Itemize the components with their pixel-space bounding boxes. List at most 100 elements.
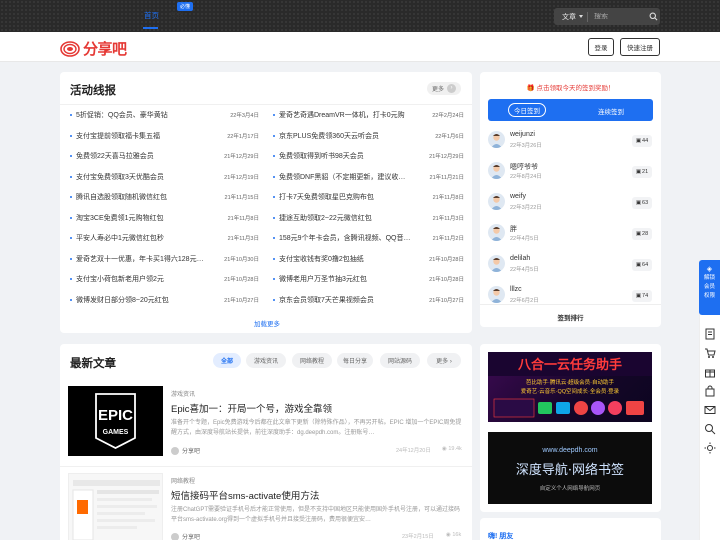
deal-date: 21年11月8日 xyxy=(432,195,464,201)
signin-user-row[interactable]: delilah 22年4月5日 ▣ 64 xyxy=(488,253,652,275)
deal-item[interactable]: 京东PLUS免费领360天云听会员 22年1月6日 xyxy=(273,131,464,141)
login-button[interactable]: 登录 xyxy=(588,38,614,56)
deal-title[interactable]: 爱奇艺双十一优惠，年卡买1得六128元… xyxy=(76,254,204,264)
deal-item[interactable]: 支付宝免费领取3天优酷会员 21年12月19日 xyxy=(70,172,259,182)
nav-help[interactable]: 帮助 xyxy=(170,10,185,21)
deals-more-button[interactable]: 更多 › xyxy=(427,82,462,95)
deal-item[interactable]: 捷途互助领取2~22元微信红包 21年11月3日 xyxy=(273,213,464,223)
article-category[interactable]: 游戏资讯 xyxy=(171,389,195,398)
deal-date: 21年11月3日 xyxy=(432,215,464,222)
signin-count-badge: ▣ 28 xyxy=(632,228,652,240)
deal-title[interactable]: 支付宝提前领取福卡集五福 xyxy=(76,131,160,141)
deal-title[interactable]: 打卡7天免费领取星巴克购布包 xyxy=(279,192,374,202)
deal-item[interactable]: 爱奇艺双十一优惠，年卡买1得六128元… 21年10月30日 xyxy=(70,254,259,264)
deal-title[interactable]: 免费领DNF黑貂（不定期更新，建议收… xyxy=(279,172,405,182)
article-title[interactable]: Epic喜加一：开局一个号，游戏全靠领 xyxy=(171,401,332,415)
deal-item[interactable]: 京东会员领取7天芒果视频会员 21年10月27日 xyxy=(273,295,464,305)
article-thumbnail[interactable]: EPIC GAMES xyxy=(68,386,163,456)
register-button[interactable]: 快速注册 xyxy=(620,38,660,56)
search-icon[interactable] xyxy=(704,423,716,435)
filter-tab[interactable]: 全部 xyxy=(213,353,241,368)
load-more-link[interactable]: 加载更多 xyxy=(254,318,280,328)
deal-title[interactable]: 158元9个年卡会员，含腾讯视频、QQ音… xyxy=(279,233,410,243)
avatar xyxy=(488,286,505,303)
deal-title[interactable]: 爱奇艺奇遇DreamVR一体机，打卡0元购 xyxy=(279,110,405,120)
deal-item[interactable]: 支付宝收钱有奖0撸2包抽纸 21年10月28日 xyxy=(273,254,464,264)
deal-item[interactable]: 平安人寿必中1元微信红包秒 21年11月3日 xyxy=(70,233,259,243)
search-type-select[interactable]: 文章 xyxy=(554,12,579,22)
deal-title[interactable]: 免费领取得到听书98天会员 xyxy=(279,151,364,161)
deal-item[interactable]: 腾讯自选股领取随机微信红包 21年11月15日 xyxy=(70,192,259,202)
article-category[interactable]: 网络教程 xyxy=(171,476,195,485)
article-title[interactable]: 短信接码平台sms-activate使用方法 xyxy=(171,488,319,502)
deal-title[interactable]: 腾讯自选股领取随机微信红包 xyxy=(76,192,167,202)
tab-streak-signin[interactable]: 连续签到 xyxy=(598,106,624,116)
tab-today-signin[interactable]: 今日签到 xyxy=(508,103,546,117)
filter-tab[interactable]: 网站源码 xyxy=(380,353,420,368)
deal-item[interactable]: 支付宝提前领取福卡集五福 22年1月17日 xyxy=(70,131,259,141)
nav-home[interactable]: 首页 xyxy=(144,10,159,21)
deal-title[interactable]: 免费领22天喜马拉雅会员 xyxy=(76,151,154,161)
sun-icon[interactable] xyxy=(704,442,716,454)
bullet-icon xyxy=(273,175,275,178)
deal-title[interactable]: 5折促销：QQ会员、豪华黄钻 xyxy=(76,110,168,120)
deal-title[interactable]: 京东会员领取7天芒果视频会员 xyxy=(279,295,374,305)
signin-date: 22年6月2日 xyxy=(510,298,539,304)
bullet-icon xyxy=(70,134,72,137)
svg-text:www.deepdh.com: www.deepdh.com xyxy=(541,447,597,454)
deal-title[interactable]: 支付宝小荷包新老用户领2元 xyxy=(76,274,164,284)
deal-title[interactable]: 支付宝免费领取3天优酷会员 xyxy=(76,172,164,182)
bag-icon[interactable] xyxy=(704,385,716,397)
deal-title[interactable]: 捷途互助领取2~22元微信红包 xyxy=(279,213,372,223)
deal-title[interactable]: 微博发财日部分领8~20元红包 xyxy=(76,295,169,305)
ad-banner-task-helper[interactable]: 八合一云任务助手 芭比助手·腾讯云·超级会员·自动助手 爱奇艺·云音乐·QQ空间… xyxy=(488,352,652,422)
unlock-member-label: 解锁会员权限 xyxy=(703,275,715,299)
site-logo[interactable]: 分享吧 xyxy=(60,38,127,59)
deal-title[interactable]: 京东PLUS免费领360天云听会员 xyxy=(279,131,379,141)
signin-user-row[interactable]: lllzc 22年6月2日 ▣ 74 xyxy=(488,284,652,306)
filter-tab[interactable]: 游戏资讯 xyxy=(246,353,286,368)
signin-user-row[interactable]: 胖 22年4月5日 ▣ 28 xyxy=(488,222,652,244)
signin-user-row[interactable]: weify 22年3月22日 ▣ 63 xyxy=(488,191,652,213)
signin-count: 21 xyxy=(642,169,649,175)
deal-title[interactable]: 淘宝3CE免费领1元购物红包 xyxy=(76,213,164,223)
signin-date: 22年4月5日 xyxy=(510,236,539,242)
deal-item[interactable]: 爱奇艺奇遇DreamVR一体机，打卡0元购 22年2月24日 xyxy=(273,110,464,120)
deal-item[interactable]: 158元9个年卡会员，含腾讯视频、QQ音… 21年11月2日 xyxy=(273,233,464,243)
deal-title[interactable]: 支付宝收钱有奖0撸2包抽纸 xyxy=(279,254,364,264)
signin-count: 63 xyxy=(642,200,649,206)
deal-title[interactable]: 微博老用户万圣节抽3元红包 xyxy=(279,274,367,284)
gift-icon[interactable] xyxy=(704,366,716,378)
article-thumbnail[interactable] xyxy=(68,473,163,540)
signin-tip[interactable]: 🎁 点击领取今天的签到奖励！ xyxy=(480,82,661,92)
deal-item[interactable]: 支付宝小荷包新老用户领2元 21年10月28日 xyxy=(70,274,259,284)
search-input[interactable] xyxy=(588,13,646,20)
deal-item[interactable]: 5折促销：QQ会员、豪华黄钻 22年3月4日 xyxy=(70,110,259,120)
deal-item[interactable]: 打卡7天免费领取星巴克购布包 21年11月8日 xyxy=(273,192,464,202)
article-author[interactable]: 分享吧 xyxy=(171,532,200,540)
signin-rank-link[interactable]: 签到排行 xyxy=(480,312,661,322)
deal-item[interactable]: 淘宝3CE免费领1元购物红包 21年11月8日 xyxy=(70,213,259,223)
bullet-icon xyxy=(70,257,72,260)
filter-more-button[interactable]: 更多 › xyxy=(427,353,461,368)
deal-item[interactable]: 微博老用户万圣节抽3元红包 21年10月28日 xyxy=(273,274,464,284)
unlock-member-button[interactable]: ◈ 解锁会员权限 xyxy=(699,260,720,315)
doc-icon[interactable] xyxy=(704,328,716,340)
deal-date: 21年11月3日 xyxy=(227,236,259,242)
mail-icon[interactable] xyxy=(704,404,716,416)
deal-item[interactable]: 免费领取得到听书98天会员 21年12月29日 xyxy=(273,151,464,161)
article-author[interactable]: 分享吧 xyxy=(171,446,200,455)
ad-banner-deep-nav[interactable]: www.deepdh.com 深度导航·网络书签 自定义个人网络导航网页 xyxy=(488,432,652,504)
deal-item[interactable]: 免费领22天喜马拉雅会员 21年12月29日 xyxy=(70,151,259,161)
filter-tab[interactable]: 网络教程 xyxy=(292,353,332,368)
signin-user-row[interactable]: weijunzi 22年3月26日 ▣ 44 xyxy=(488,129,652,151)
deal-item[interactable]: 微博发财日部分领8~20元红包 21年10月27日 xyxy=(70,295,259,305)
user-name: weijunzi xyxy=(510,131,535,138)
filter-tab[interactable]: 每日分享 xyxy=(337,353,373,368)
chevron-down-icon xyxy=(579,15,583,18)
search-icon[interactable] xyxy=(646,10,660,24)
deal-title[interactable]: 平安人寿必中1元微信红包秒 xyxy=(76,233,164,243)
deal-item[interactable]: 免费领DNF黑貂（不定期更新，建议收… 21年11月21日 xyxy=(273,172,464,182)
signin-user-row[interactable]: 嗯哼爷爷 22年8月24日 ▣ 21 xyxy=(488,160,652,182)
cart-icon[interactable] xyxy=(704,347,716,359)
